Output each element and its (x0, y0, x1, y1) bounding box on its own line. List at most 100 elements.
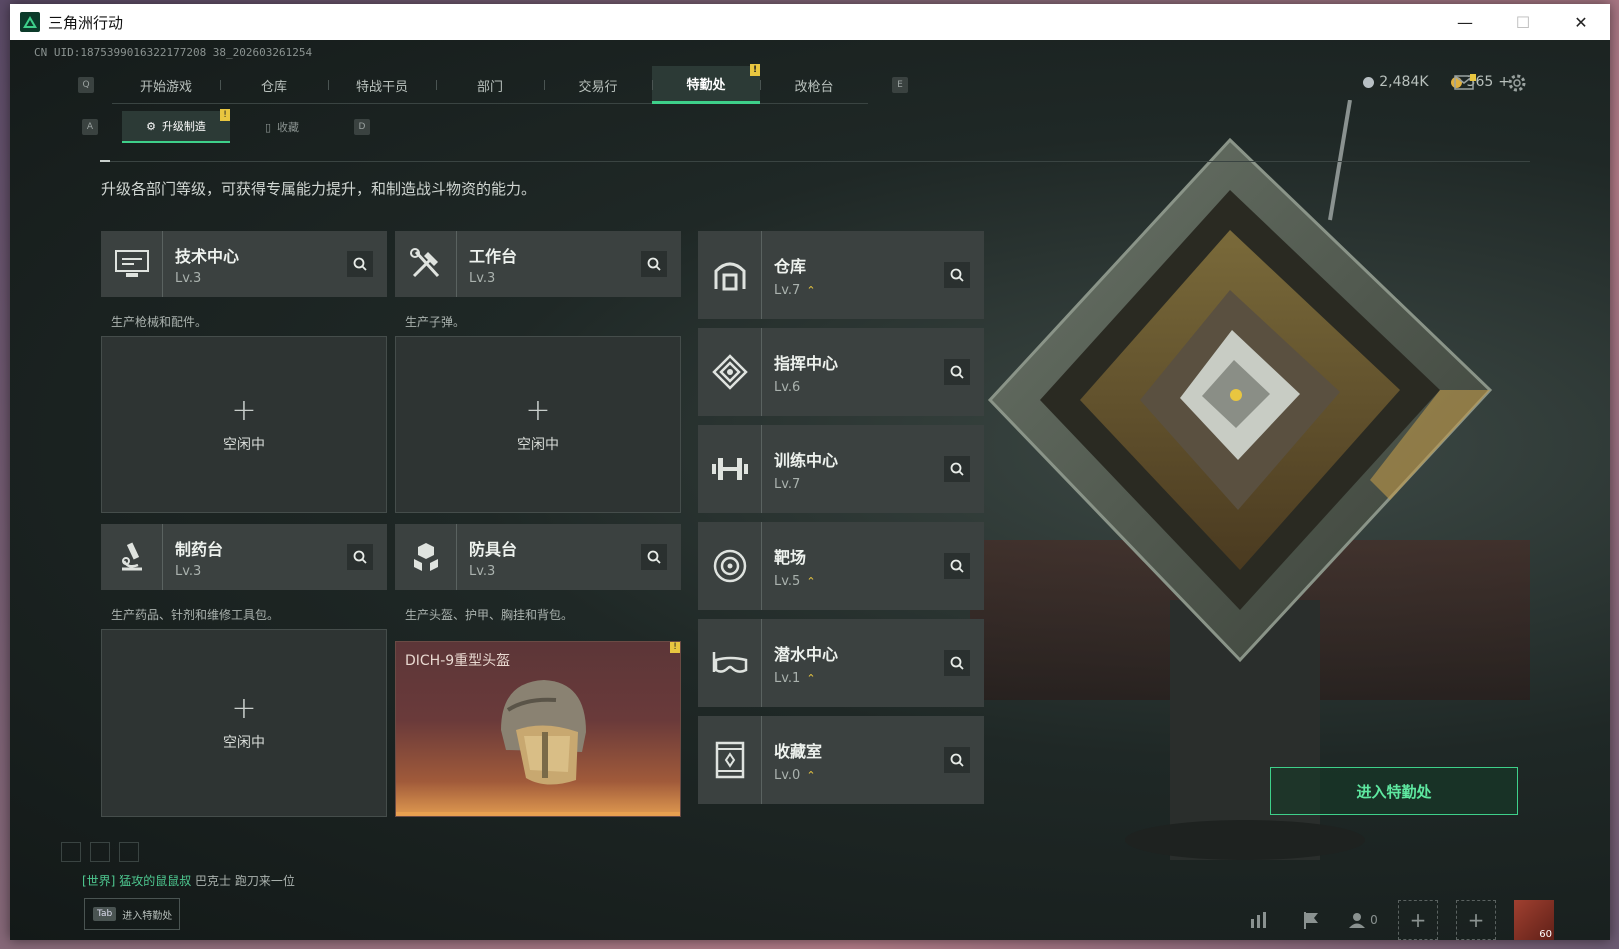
quick-slot[interactable] (119, 842, 139, 862)
dept-diving-center[interactable]: 潜水中心 Lv.1 ⌃ (698, 619, 984, 707)
subnav-left-key-hint: A (82, 119, 98, 135)
subtab-collection[interactable]: ▯ 收藏 (230, 111, 334, 143)
quick-slot[interactable] (61, 842, 81, 862)
dept-warehouse[interactable]: 仓库 Lv.7 ⌃ (698, 231, 984, 319)
silver-coin-icon (1363, 76, 1375, 88)
tab-gunsmith[interactable]: 改枪台 (760, 66, 868, 104)
workbench-name: 制药台 (175, 539, 224, 559)
window-title: 三角洲行动 (48, 13, 124, 32)
workbench-header-pharmacy[interactable]: 制药台 Lv.3 (101, 524, 387, 590)
bottom-toolbar: 0 + + 60 (1242, 900, 1554, 940)
sub-nav: A ⚙ 升级制造 ! ▯ 收藏 D (82, 109, 370, 144)
dept-command-center[interactable]: 指挥中心 Lv.6 (698, 328, 984, 416)
close-button[interactable]: ✕ (1552, 4, 1610, 40)
quick-slot[interactable] (90, 842, 110, 862)
nav-right-key-hint: E (892, 77, 908, 93)
slot-status: 空闲中 (223, 735, 265, 751)
chat-user: 猛攻的鼠鼠叔 (119, 874, 192, 888)
dept-level: Lv.7 (774, 476, 801, 492)
gear-icon[interactable] (1506, 72, 1528, 94)
helmet-image (501, 680, 586, 785)
production-slot[interactable]: + 空闲中 (101, 336, 387, 513)
search-icon[interactable] (944, 553, 970, 579)
chat-line[interactable]: [世界] 猛攻的鼠鼠叔 巴克士 跑刀来一位 (82, 872, 295, 889)
delta-logo-icon (20, 12, 40, 32)
workbench-level: Lv.3 (469, 270, 496, 286)
search-icon[interactable] (944, 359, 970, 385)
search-icon[interactable] (944, 747, 970, 773)
trash-bin-icon: ▯ (264, 120, 272, 134)
workbench-header-armor[interactable]: 防具台 Lv.3 (395, 524, 681, 590)
search-icon[interactable] (944, 262, 970, 288)
friends-button[interactable]: 0 (1346, 903, 1380, 937)
subnav-right-key-hint: D (354, 119, 370, 135)
workbench-header-workbench[interactable]: 工作台 Lv.3 (395, 231, 681, 297)
workbench-level: Lv.3 (175, 563, 202, 579)
subtab-upgrade[interactable]: ⚙ 升级制造 ! (122, 109, 230, 143)
workbench-name: 工作台 (469, 246, 518, 266)
plus-icon: + (525, 392, 551, 428)
search-icon[interactable] (347, 251, 373, 277)
dumbbell-icon (698, 425, 762, 513)
dept-collection-room[interactable]: 收藏室 Lv.0 ⌃ (698, 716, 984, 804)
workbench-level: Lv.3 (469, 563, 496, 579)
player-level: 60 (1539, 929, 1552, 940)
dept-name: 指挥中心 (774, 353, 839, 373)
search-icon[interactable] (944, 650, 970, 676)
chat-message: 巴克士 跑刀来一位 (195, 874, 295, 888)
dept-name: 潜水中心 (774, 644, 839, 664)
tab-trading[interactable]: 交易行 (544, 66, 652, 104)
dept-name: 靶场 (774, 547, 807, 567)
upgrade-available-icon: ⌃ (806, 671, 816, 685)
silver-currency[interactable]: 2,484K (1363, 74, 1429, 90)
currency-bar: 2,484K 365 + (1363, 74, 1510, 90)
maximize-button[interactable]: ☐ (1494, 4, 1552, 40)
item-name: DICH-9重型头盔 (405, 653, 511, 669)
dept-level: Lv.0 (774, 767, 801, 783)
mail-icon[interactable] (1454, 74, 1476, 90)
workbench-level: Lv.3 (175, 270, 202, 286)
subtab-label: 收藏 (277, 121, 300, 134)
tab-special-ops[interactable]: 特勤处! (652, 64, 760, 104)
avatar[interactable]: 60 (1514, 900, 1554, 940)
uid-label: CN UID:1875399016322177208 38_2026032612… (34, 46, 313, 59)
search-icon[interactable] (347, 544, 373, 570)
workbench-desc: 生产枪械和配件。 (111, 315, 208, 329)
tab-warehouse[interactable]: 仓库 (220, 66, 328, 104)
armor-icon (395, 524, 457, 590)
search-icon[interactable] (641, 251, 667, 277)
tab-key: Tab (93, 907, 117, 921)
minimize-button[interactable]: — (1436, 4, 1494, 40)
add-party-slot-button[interactable]: + (1398, 900, 1438, 940)
flag-icon[interactable] (1294, 903, 1328, 937)
enter-special-ops-button[interactable]: 进入特勤处 (1270, 767, 1518, 815)
dept-level: Lv.1 (774, 670, 801, 686)
production-slot[interactable]: + 空闲中 (395, 336, 681, 513)
dept-name: 仓库 (774, 256, 807, 276)
alert-badge: ! (750, 64, 760, 76)
search-icon[interactable] (641, 544, 667, 570)
tab-shortcut-hint[interactable]: Tab 进入特勤处 (84, 898, 180, 930)
page-description: 升级各部门等级，可获得专属能力提升，和制造战斗物资的能力。 (101, 180, 537, 198)
add-party-slot-button[interactable]: + (1456, 900, 1496, 940)
workbench-header-tech-center[interactable]: 技术中心 Lv.3 (101, 231, 387, 297)
production-item-slot[interactable]: DICH-9重型头盔 ! (395, 641, 681, 817)
tab-start-game[interactable]: 开始游戏 (112, 66, 220, 104)
divider (100, 160, 1530, 162)
stats-icon[interactable] (1242, 903, 1276, 937)
dept-shooting-range[interactable]: 靶场 Lv.5 ⌃ (698, 522, 984, 610)
dept-name: 训练中心 (774, 450, 839, 470)
tab-department[interactable]: 部门 (436, 66, 544, 104)
upgrade-icon: ⚙ (146, 119, 156, 133)
target-icon (698, 522, 762, 610)
chat-channel: [世界] (82, 874, 116, 888)
search-icon[interactable] (944, 456, 970, 482)
tab-hint-label: 进入特勤处 (122, 910, 173, 922)
plus-icon: + (231, 392, 257, 428)
tab-operators[interactable]: 特战干员 (328, 66, 436, 104)
production-slot[interactable]: + 空闲中 (101, 629, 387, 817)
dept-training-center[interactable]: 训练中心 Lv.7 (698, 425, 984, 513)
tab-label: 开始游戏 (139, 79, 192, 95)
friends-icon (1349, 913, 1366, 928)
tab-label: 特战干员 (355, 79, 408, 95)
